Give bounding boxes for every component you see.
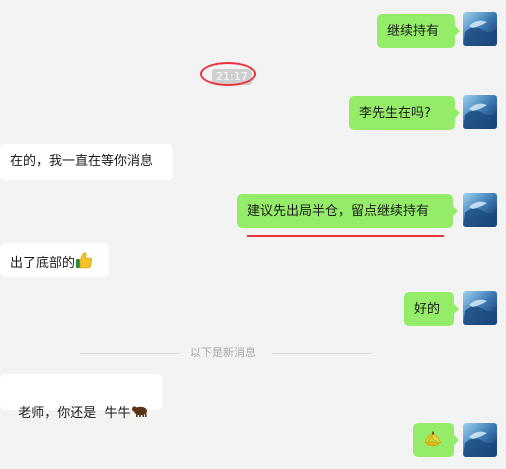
message-bubble-outgoing[interactable]: 建议先出局半仓，留点继续持有 [237,194,458,228]
message-text: 在的，我一直在等你消息 [10,154,154,169]
avatar-image [463,193,497,227]
divider-line-left [80,353,180,354]
message-text: 李先生在吗? [359,106,431,121]
avatar-image [463,12,497,46]
message-bubble-incoming[interactable]: 在的，我一直在等你消息 [0,144,173,180]
thumbs-up-icon [75,251,93,276]
bull-icon [131,402,149,425]
message-bubble-incoming[interactable]: 老师，你还是 牛牛 [0,374,162,421]
message-text: 出了底部的 [10,256,76,271]
divider-line-right [272,353,372,354]
annotation-ellipse [200,62,256,86]
avatar[interactable] [463,95,497,129]
avatar[interactable] [463,12,497,46]
message-text: 继续持有 [387,24,440,39]
avatar[interactable] [463,193,497,227]
avatar-image [463,95,497,129]
message-bubble-outgoing[interactable] [413,423,459,457]
message-text: 好的 [414,302,441,317]
annotation-underline [247,235,444,237]
message-bubble-outgoing[interactable]: 李先生在吗? [349,96,460,130]
message-text: 建议先出局半仓，留点继续持有 [247,204,430,219]
avatar[interactable] [463,291,497,325]
timestamp-group: 21:17 [200,62,256,86]
message-text: 老师，你还是 牛牛 [18,406,131,421]
chat-window: { "messages": { "m1": {"text": "继续持有"}, … [0,0,506,469]
banana-icon [423,430,443,455]
message-bubble-outgoing[interactable]: 好的 [404,292,459,326]
message-bubble-outgoing[interactable]: 继续持有 [377,14,460,48]
new-messages-divider-label: 以下是新消息 [190,346,256,359]
message-bubble-incoming[interactable]: 出了底部的 [0,243,109,277]
avatar-image [463,291,497,325]
avatar-image [463,423,497,457]
avatar[interactable] [463,423,497,457]
